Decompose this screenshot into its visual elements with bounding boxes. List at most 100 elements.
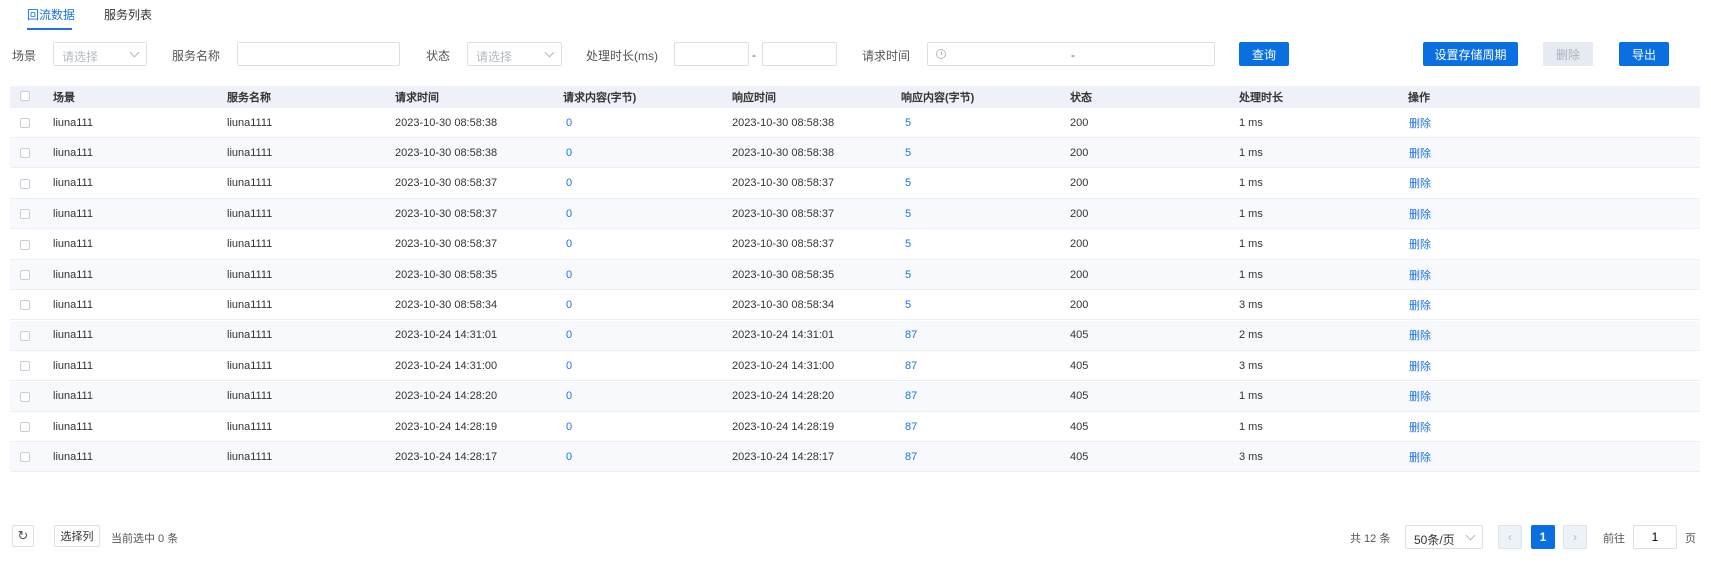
row-checkbox[interactable] [20, 118, 30, 128]
refresh-icon[interactable]: ↻ [12, 525, 34, 547]
cell-response-time: 2023-10-30 08:58:37 [732, 207, 835, 220]
next-page-button[interactable]: › [1563, 525, 1587, 549]
cell-service-name: liuna1111 [227, 268, 273, 281]
scene-select[interactable]: 请选择 [53, 42, 147, 66]
cell-response-size[interactable]: 5 [905, 108, 911, 137]
delete-row-link[interactable]: 删除 [1409, 260, 1431, 289]
row-checkbox[interactable] [20, 209, 30, 220]
cell-request-time: 2023-10-30 08:58:37 [395, 177, 498, 190]
prev-page-button[interactable]: ‹ [1498, 525, 1522, 549]
duration-label: 处理时长(ms) [586, 49, 658, 63]
row-checkbox[interactable] [20, 300, 30, 311]
row-checkbox[interactable] [20, 270, 30, 280]
row-checkbox[interactable] [20, 148, 30, 159]
goto-page-field[interactable] [1633, 525, 1677, 549]
cell-request-size[interactable]: 0 [566, 169, 572, 198]
row-checkbox[interactable] [20, 391, 30, 402]
service-name-field[interactable] [237, 42, 400, 66]
cell-request-size[interactable]: 0 [566, 442, 572, 471]
row-checkbox[interactable] [20, 178, 30, 189]
cell-service-name: liuna1111 [227, 207, 273, 220]
cell-response-size[interactable]: 87 [905, 412, 917, 441]
cell-request-time: 2023-10-30 08:58:37 [395, 207, 498, 220]
table-row: liuna111 liuna1111 2023-10-24 14:28:19 0 202… [10, 412, 1700, 442]
cell-response-size[interactable]: 87 [905, 442, 917, 471]
cell-request-size[interactable]: 0 [566, 321, 572, 350]
page-number-current[interactable]: 1 [1531, 525, 1555, 549]
delete-row-link[interactable]: 删除 [1409, 382, 1431, 411]
delete-row-link[interactable]: 删除 [1409, 412, 1431, 441]
filter-bar: 场景 请选择 服务名称 状态 请选择 处理时长(ms) - 请求时间 - 查询 … [0, 40, 1711, 70]
cell-duration: 1 ms [1239, 238, 1263, 251]
cell-request-size[interactable]: 0 [566, 260, 572, 289]
goto-label: 前往 [1603, 533, 1625, 545]
cell-request-size[interactable]: 0 [566, 351, 572, 380]
cell-response-size[interactable]: 5 [905, 199, 911, 228]
delete-row-link[interactable]: 删除 [1409, 108, 1431, 137]
delete-row-link[interactable]: 删除 [1409, 321, 1431, 350]
select-columns-button[interactable]: 选择列 [54, 525, 100, 547]
service-name-input[interactable] [238, 43, 399, 65]
cell-response-size[interactable]: 87 [905, 382, 917, 411]
cell-scene: liuna111 [53, 298, 93, 311]
export-button[interactable]: 导出 [1619, 42, 1669, 66]
cell-request-time: 2023-10-24 14:28:17 [395, 450, 498, 463]
chevron-down-icon [544, 47, 555, 58]
delete-button[interactable]: 删除 [1543, 42, 1593, 66]
cell-request-size[interactable]: 0 [566, 382, 572, 411]
delete-row-link[interactable]: 删除 [1409, 442, 1431, 471]
column-header-scene: 场景 [53, 92, 75, 104]
row-checkbox[interactable] [20, 422, 30, 432]
duration-max-field[interactable] [762, 42, 837, 66]
status-select[interactable]: 请选择 [467, 42, 562, 66]
delete-row-link[interactable]: 删除 [1409, 138, 1431, 167]
cell-status: 200 [1070, 298, 1089, 311]
cell-response-size[interactable]: 5 [905, 260, 911, 289]
tab-bar: 回流数据 服务列表 [0, 0, 1711, 30]
delete-row-link[interactable]: 删除 [1409, 351, 1431, 380]
tab-reflow-data[interactable]: 回流数据 [27, 6, 75, 23]
delete-row-link[interactable]: 删除 [1409, 169, 1431, 198]
cell-response-time: 2023-10-30 08:58:38 [732, 146, 835, 159]
cell-response-size[interactable]: 87 [905, 321, 917, 350]
cell-scene: liuna111 [53, 390, 93, 403]
set-storage-period-button[interactable]: 设置存储周期 [1423, 42, 1518, 66]
goto-page-input[interactable] [1634, 526, 1676, 548]
cell-response-size[interactable]: 5 [905, 290, 911, 319]
cell-response-size[interactable]: 5 [905, 230, 911, 259]
duration-min-input[interactable] [675, 43, 748, 65]
cell-request-size[interactable]: 0 [566, 412, 572, 441]
cell-response-size[interactable]: 87 [905, 351, 917, 380]
cell-request-time: 2023-10-24 14:31:01 [395, 329, 498, 342]
tab-service-list[interactable]: 服务列表 [104, 6, 152, 23]
cell-request-size[interactable]: 0 [566, 108, 572, 137]
delete-row-link[interactable]: 删除 [1409, 199, 1431, 228]
row-checkbox[interactable] [20, 330, 30, 341]
table-row: liuna111 liuna1111 2023-10-30 08:58:35 0 202… [10, 260, 1700, 290]
table-row: liuna111 liuna1111 2023-10-30 08:58:38 0 202… [10, 108, 1700, 138]
query-button[interactable]: 查询 [1239, 42, 1289, 66]
cell-response-size[interactable]: 5 [905, 138, 911, 167]
cell-response-time: 2023-10-24 14:31:00 [732, 359, 835, 372]
clock-icon [936, 49, 946, 59]
cell-scene: liuna111 [53, 359, 93, 372]
cell-response-size[interactable]: 5 [905, 169, 911, 198]
cell-request-size[interactable]: 0 [566, 138, 572, 167]
duration-min-field[interactable] [674, 42, 749, 66]
row-checkbox[interactable] [20, 361, 30, 372]
select-all-checkbox[interactable] [20, 91, 30, 101]
row-checkbox[interactable] [20, 239, 30, 250]
cell-request-size[interactable]: 0 [566, 230, 572, 259]
cell-duration: 1 ms [1239, 146, 1263, 159]
page-size-select[interactable]: 50条/页 [1405, 525, 1483, 549]
cell-request-size[interactable]: 0 [566, 290, 572, 319]
request-time-range-picker[interactable]: - [927, 42, 1215, 66]
duration-max-input[interactable] [763, 43, 836, 65]
delete-row-link[interactable]: 删除 [1409, 230, 1431, 259]
row-checkbox[interactable] [20, 452, 30, 463]
cell-request-time: 2023-10-24 14:31:00 [395, 359, 498, 372]
column-header-request-time: 请求时间 [395, 92, 439, 104]
delete-row-link[interactable]: 删除 [1409, 290, 1431, 319]
cell-request-size[interactable]: 0 [566, 199, 572, 228]
cell-service-name: liuna1111 [227, 146, 273, 159]
